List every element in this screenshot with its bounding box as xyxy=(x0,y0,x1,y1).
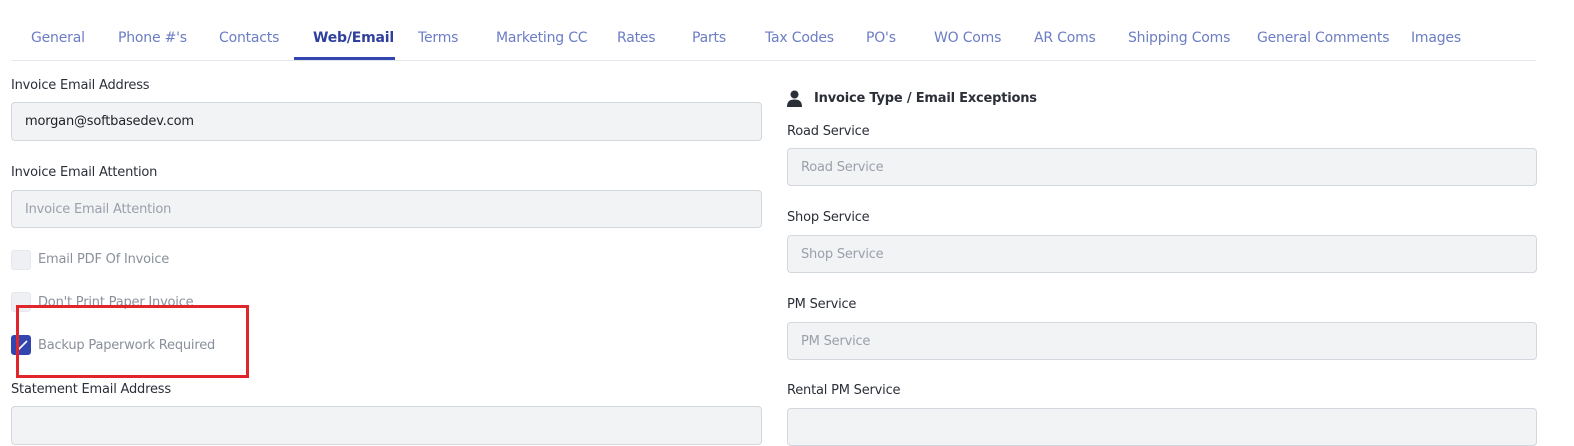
invoice-exceptions-title: Invoice Type / Email Exceptions xyxy=(814,91,1037,106)
tab-rates[interactable]: Rates xyxy=(617,30,656,46)
invoice-attention-field[interactable]: Invoice Email Attention xyxy=(11,190,762,228)
pm-service-label: PM Service xyxy=(787,297,857,312)
tab-terms[interactable]: Terms xyxy=(418,30,458,46)
invoice-attention-label: Invoice Email Attention xyxy=(11,165,158,180)
tab-web-email[interactable]: Web/Email xyxy=(313,30,394,46)
tab-general[interactable]: General xyxy=(31,30,85,46)
tab-bar: General Phone #'s Contacts Web/Email Ter… xyxy=(12,0,1536,61)
road-service-field[interactable]: Road Service xyxy=(787,148,1537,186)
active-tab-indicator xyxy=(294,57,395,60)
tab-marketing-cc[interactable]: Marketing CC xyxy=(496,30,588,46)
tab-shipping-coms[interactable]: Shipping Coms xyxy=(1128,30,1230,46)
shop-service-label: Shop Service xyxy=(787,210,870,225)
tab-wo-coms[interactable]: WO Coms xyxy=(934,30,1001,46)
pm-service-field[interactable]: PM Service xyxy=(787,322,1537,360)
statement-email-field[interactable] xyxy=(11,406,762,445)
rental-pm-service-field[interactable] xyxy=(787,408,1537,446)
tab-contacts[interactable]: Contacts xyxy=(219,30,279,46)
statement-email-label: Statement Email Address xyxy=(11,382,171,397)
shop-service-field[interactable]: Shop Service xyxy=(787,235,1537,273)
email-pdf-label: Email PDF Of Invoice xyxy=(38,252,170,267)
road-service-label: Road Service xyxy=(787,124,870,139)
tab-pos[interactable]: PO's xyxy=(866,30,896,46)
tab-images[interactable]: Images xyxy=(1411,30,1461,46)
tab-ar-coms[interactable]: AR Coms xyxy=(1034,30,1096,46)
rental-pm-service-label: Rental PM Service xyxy=(787,383,901,398)
tab-general-comments[interactable]: General Comments xyxy=(1257,30,1390,46)
tab-phone[interactable]: Phone #'s xyxy=(118,30,187,46)
invoice-email-field[interactable]: morgan@softbasedev.com xyxy=(11,102,762,141)
invoice-email-label: Invoice Email Address xyxy=(11,78,150,93)
highlight-annotation-box xyxy=(16,305,249,378)
tab-parts[interactable]: Parts xyxy=(692,30,726,46)
user-icon xyxy=(787,90,802,107)
email-pdf-checkbox[interactable] xyxy=(11,250,31,270)
tab-tax-codes[interactable]: Tax Codes xyxy=(765,30,834,46)
